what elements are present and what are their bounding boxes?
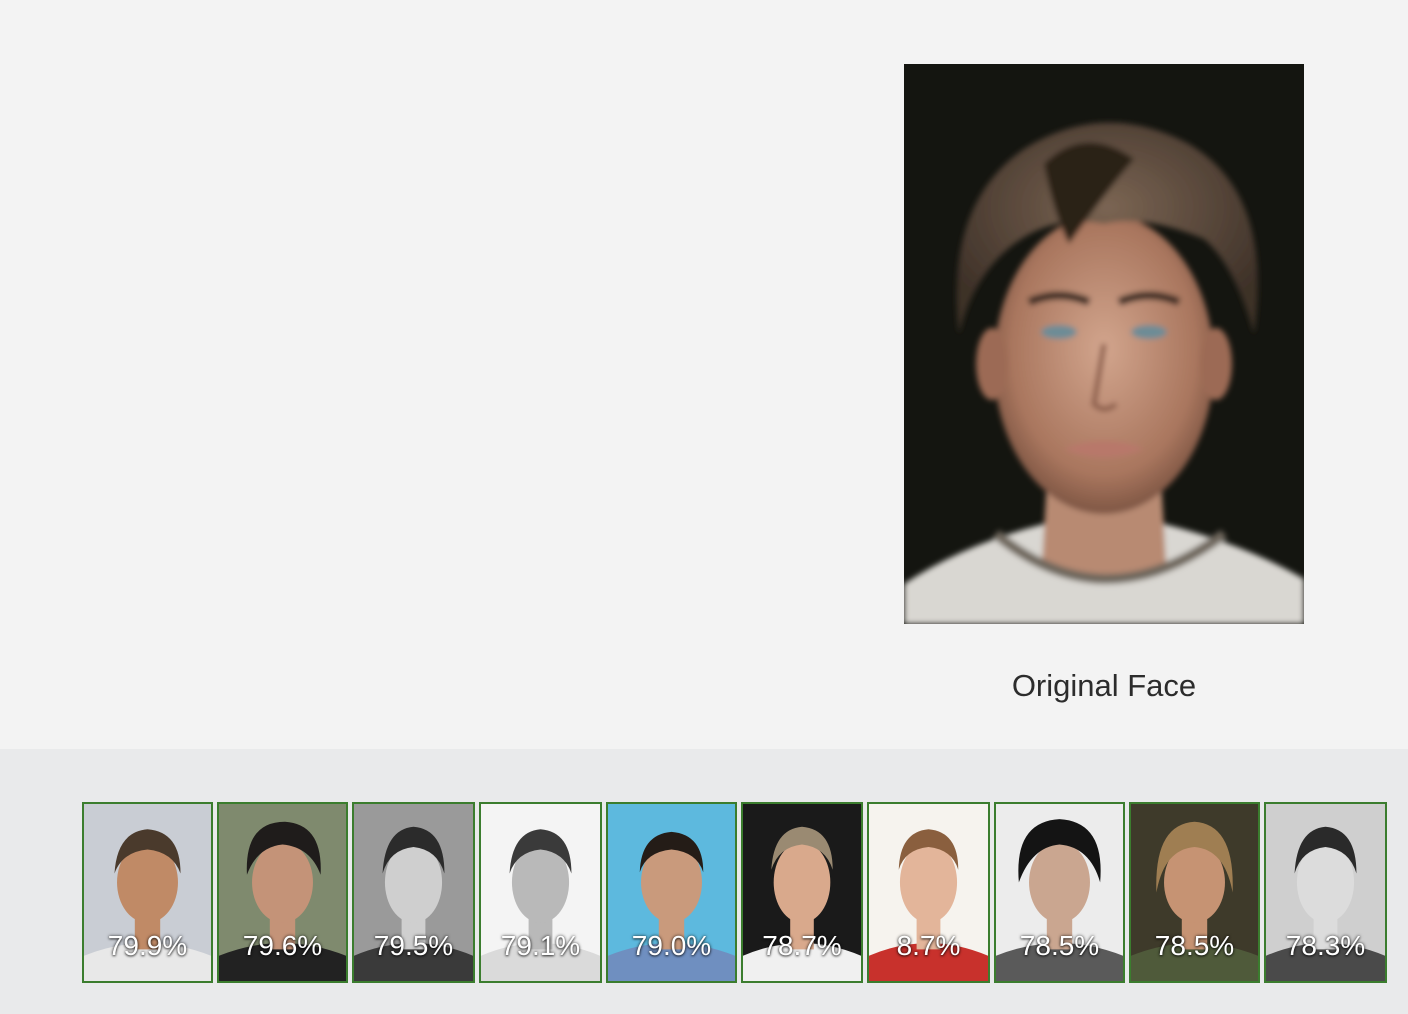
match-score: 8.7% <box>896 930 961 961</box>
original-face-image <box>904 64 1304 624</box>
match-score: 78.3% <box>1285 930 1366 961</box>
match-card[interactable]: 8.7% <box>867 802 990 983</box>
match-score: 78.5% <box>1019 930 1100 961</box>
match-score: 79.0% <box>631 930 712 961</box>
match-card[interactable]: 79.1% <box>479 802 602 983</box>
original-face-caption: Original Face <box>1011 668 1197 703</box>
match-score: 79.9% <box>107 930 188 961</box>
match-card[interactable]: 79.0% <box>606 802 737 983</box>
match-score: 78.7% <box>762 930 842 961</box>
match-card[interactable]: 78.7% <box>741 802 863 983</box>
match-score: 79.6% <box>242 930 323 961</box>
face-portrait-illustration <box>904 64 1304 624</box>
match-card[interactable]: 79.6% <box>217 802 348 983</box>
match-score: 78.5% <box>1154 930 1235 961</box>
match-card[interactable]: 78.5% <box>1129 802 1260 983</box>
match-score: 79.1% <box>500 930 581 961</box>
match-card[interactable]: 79.9% <box>82 802 213 983</box>
match-card[interactable]: 79.5% <box>352 802 475 983</box>
main-area: Original Face <box>0 0 1408 749</box>
match-score: 79.5% <box>373 930 454 961</box>
match-card[interactable]: 78.5% <box>994 802 1125 983</box>
match-card[interactable]: 78.3% <box>1264 802 1387 983</box>
